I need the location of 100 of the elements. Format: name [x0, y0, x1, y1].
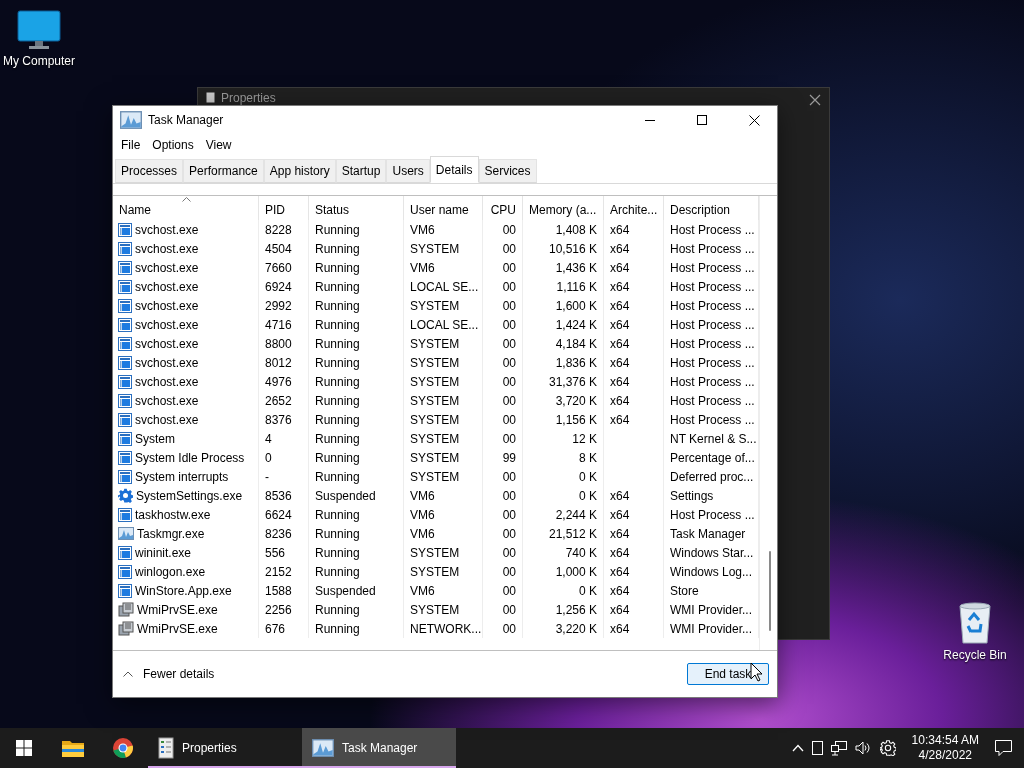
speaker-icon[interactable]	[854, 741, 872, 755]
table-cell: Suspended	[315, 488, 376, 503]
menu-item[interactable]: File	[115, 138, 147, 152]
table-cell: 0 K	[579, 469, 597, 484]
table-cell: 8800	[265, 336, 292, 351]
taskbar-app[interactable]: Task Manager	[302, 728, 456, 768]
table-cell: 1,116 K	[556, 279, 597, 294]
minimize-icon	[645, 119, 655, 121]
table-cell: 4504	[265, 241, 292, 256]
table-cell: svchost.exe	[135, 412, 199, 427]
table-cell: Running	[315, 621, 360, 636]
column-header[interactable]: Archite...	[604, 196, 664, 220]
table-cell: 00	[502, 545, 516, 560]
column-header[interactable]: Name	[113, 196, 259, 220]
tab[interactable]: App history	[263, 159, 336, 183]
cursor-icon	[750, 662, 763, 682]
monitor-icon	[17, 10, 61, 50]
table-cell: Host Process ...	[670, 298, 755, 313]
scrollbar[interactable]	[759, 196, 777, 650]
table-cell: svchost.exe	[135, 374, 199, 389]
table-cell: SYSTEM	[410, 450, 460, 465]
browser-icon	[112, 737, 134, 759]
chart-icon	[118, 527, 134, 540]
tab[interactable]: Details	[429, 156, 479, 183]
table-cell: Running	[315, 526, 360, 541]
menu-item[interactable]: Options	[146, 138, 200, 152]
table-cell: 00	[502, 602, 516, 617]
column-header[interactable]: CPU	[483, 196, 523, 220]
table-cell: 4976	[265, 374, 292, 389]
table-cell: Running	[315, 507, 360, 522]
clock[interactable]: 10:34:54 AM 4/28/2022	[903, 733, 987, 763]
table-cell: Running	[315, 241, 360, 256]
gear-icon[interactable]	[879, 740, 896, 756]
table-cell: 1,156 K	[555, 412, 597, 427]
table-cell: 740 K	[565, 545, 597, 560]
table-cell: 1588	[265, 583, 292, 598]
table-cell: Suspended	[315, 583, 376, 598]
table-cell: svchost.exe	[135, 260, 199, 275]
table-cell: Running	[315, 393, 360, 408]
table-cell: Running	[315, 222, 360, 237]
column-header[interactable]: PID	[259, 196, 309, 220]
table-cell: Host Process ...	[670, 393, 755, 408]
table-cell: winlogon.exe	[135, 564, 206, 579]
table-cell: 556	[265, 545, 286, 560]
column-header[interactable]: Status	[309, 196, 404, 220]
table-cell: VM6	[410, 222, 435, 237]
window-icon	[118, 393, 132, 408]
close-icon[interactable]	[809, 94, 821, 106]
table-cell: VM6	[410, 583, 435, 598]
notification-icon[interactable]	[995, 740, 1012, 756]
window-title: Properties	[221, 92, 276, 105]
table-cell: 2256	[265, 602, 292, 617]
fewer-details-toggle[interactable]: Fewer details	[123, 667, 215, 681]
table-cell: wininit.exe	[135, 545, 192, 560]
tab[interactable]: Processes	[115, 159, 184, 183]
table-cell: 1,256 K	[555, 602, 597, 617]
column-header[interactable]: Memory (a...	[523, 196, 604, 220]
table-cell: Running	[315, 450, 360, 465]
table-cell: 00	[502, 298, 516, 313]
table-cell: x64	[610, 279, 630, 294]
network-icon[interactable]	[830, 740, 847, 756]
table-cell: 99	[502, 450, 516, 465]
table-cell: x64	[610, 317, 630, 332]
chevron-up-icon[interactable]	[791, 744, 804, 752]
window-icon	[118, 450, 132, 465]
tablet-icon[interactable]	[811, 741, 823, 755]
tab[interactable]: Services	[478, 159, 537, 183]
table-cell: Running	[315, 431, 360, 446]
table-cell: svchost.exe	[135, 279, 199, 294]
tab[interactable]: Startup	[335, 159, 387, 183]
table-cell: WMI Provider...	[670, 621, 752, 636]
table-cell: VM6	[410, 507, 435, 522]
end-task-button[interactable]: End task	[687, 663, 769, 685]
table-cell: 7660	[265, 260, 292, 275]
date: 4/28/2022	[918, 748, 972, 763]
tab[interactable]: Users	[386, 159, 430, 183]
table-cell: 00	[502, 336, 516, 351]
table-cell: 00	[502, 412, 516, 427]
table-cell: taskhostw.exe	[135, 507, 211, 522]
sort-caret-icon	[181, 197, 191, 202]
gear-icon	[118, 488, 133, 503]
menu-item[interactable]: View	[199, 138, 238, 152]
table-cell: 1,424 K	[555, 317, 597, 332]
table-cell: NETWORK...	[410, 621, 482, 636]
window-icon	[118, 469, 132, 484]
table-cell: 676	[265, 621, 286, 636]
table-cell: 8236	[265, 526, 292, 541]
window-icon	[118, 317, 132, 332]
window-icon	[118, 336, 132, 351]
toggle-label[interactable]: Fewer details	[143, 667, 215, 681]
tab[interactable]: Performance	[183, 159, 264, 183]
desktop-icon[interactable]: My Computer	[0, 10, 79, 68]
table-cell: x64	[610, 355, 630, 370]
desktop-icon[interactable]: Recycle Bin	[935, 600, 1015, 662]
column-header[interactable]: User name	[404, 196, 483, 220]
table-cell: System interrupts	[135, 469, 229, 484]
table-cell: 3,720 K	[555, 393, 597, 408]
table-cell: Host Process ...	[670, 507, 755, 522]
window-icon	[118, 260, 132, 275]
table-cell: SYSTEM	[410, 241, 460, 256]
